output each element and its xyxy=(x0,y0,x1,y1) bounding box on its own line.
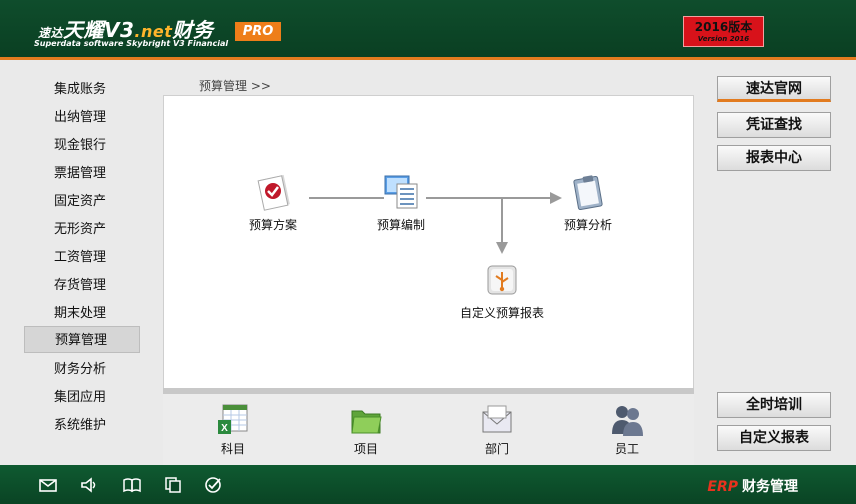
footer-brand: ERP 财务管理 xyxy=(707,476,798,496)
sidebar: 集成账务 出纳管理 现金银行 票据管理 固定资产 无形资产 工资管理 存货管理 … xyxy=(0,63,162,465)
monitor-list-icon xyxy=(384,175,418,209)
sidebar-item-period-end[interactable]: 期末处理 xyxy=(24,300,140,327)
budget-analysis-node[interactable]: 预算分析 xyxy=(555,172,621,233)
budget-edit-label: 预算编制 xyxy=(376,218,425,232)
employee-label: 员工 xyxy=(614,442,639,456)
book-icon[interactable] xyxy=(122,475,142,495)
employee-shortcut[interactable]: 员工 xyxy=(597,402,657,457)
version-title: 2016版本 xyxy=(694,20,753,34)
sidebar-item-financial-analysis[interactable]: 财务分析 xyxy=(24,356,140,383)
app-header: 速达天耀V3.net财务 Superdata software Skybrigh… xyxy=(0,0,856,60)
sidebar-item-fixed-assets[interactable]: 固定资产 xyxy=(24,188,140,215)
sidebar-item-intangible-assets[interactable]: 无形资产 xyxy=(24,216,140,243)
website-button[interactable]: 速达官网 xyxy=(717,76,831,102)
custom-budget-report-node[interactable]: 自定义预算报表 xyxy=(452,260,552,321)
envelope-icon xyxy=(482,405,512,433)
project-shortcut[interactable]: 项目 xyxy=(336,402,396,457)
bottom-shortcuts: X 科目 项目 部门 员工 xyxy=(163,394,694,465)
logo-prefix: 速达 xyxy=(38,26,64,40)
custom-report-button[interactable]: 自定义报表 xyxy=(717,425,831,451)
budget-analysis-label: 预算分析 xyxy=(563,218,612,232)
sidebar-item-cashier[interactable]: 出纳管理 xyxy=(24,104,140,131)
account-shortcut[interactable]: X 科目 xyxy=(203,402,263,457)
document-check-icon xyxy=(257,174,290,211)
folder-icon xyxy=(351,410,382,434)
check-icon[interactable] xyxy=(203,475,223,495)
speaker-icon[interactable] xyxy=(79,475,99,495)
copy-icon[interactable] xyxy=(163,475,183,495)
budget-plan-node[interactable]: 预算方案 xyxy=(240,172,306,233)
usb-report-icon xyxy=(487,265,517,295)
footer-brand-text: 财务管理 xyxy=(742,479,798,495)
sidebar-item-bills[interactable]: 票据管理 xyxy=(24,160,140,187)
footer-erp: ERP xyxy=(707,479,738,495)
breadcrumb: 预算管理 >> xyxy=(199,79,271,93)
mail-icon[interactable] xyxy=(38,475,58,495)
sidebar-item-payroll[interactable]: 工资管理 xyxy=(24,244,140,271)
pro-badge: PRO xyxy=(235,22,281,41)
clipboard-icon xyxy=(573,175,603,211)
sidebar-item-inventory[interactable]: 存货管理 xyxy=(24,272,140,299)
sidebar-item-system[interactable]: 系统维护 xyxy=(24,412,140,439)
custom-budget-report-label: 自定义预算报表 xyxy=(459,306,544,320)
budget-flow-panel: 预算方案 预算编制 预算分析 自定义预算报表 xyxy=(163,95,694,389)
app-footer: ERP 财务管理 xyxy=(0,465,856,504)
account-label: 科目 xyxy=(220,442,245,456)
svg-text:X: X xyxy=(221,423,228,434)
sidebar-item-integrated-accounts[interactable]: 集成账务 xyxy=(24,76,140,103)
spreadsheet-icon: X xyxy=(218,404,248,434)
department-shortcut[interactable]: 部门 xyxy=(467,402,527,457)
budget-edit-node[interactable]: 预算编制 xyxy=(368,172,434,233)
arrow-head-down-icon xyxy=(496,242,508,254)
department-label: 部门 xyxy=(484,442,509,456)
flow-arrow xyxy=(426,197,552,199)
version-badge: 2016版本 Version 2016 xyxy=(683,16,764,47)
sidebar-item-group[interactable]: 集团应用 xyxy=(24,384,140,411)
sidebar-item-cash-bank[interactable]: 现金银行 xyxy=(24,132,140,159)
flow-arrow xyxy=(501,198,503,243)
version-subtitle: Version 2016 xyxy=(697,35,750,43)
voucher-search-button[interactable]: 凭证查找 xyxy=(717,112,831,138)
training-button[interactable]: 全时培训 xyxy=(717,392,831,418)
users-icon xyxy=(612,406,643,436)
report-center-button[interactable]: 报表中心 xyxy=(717,145,831,171)
budget-plan-label: 预算方案 xyxy=(248,218,297,232)
project-label: 项目 xyxy=(353,442,378,456)
sidebar-item-budget[interactable]: 预算管理 xyxy=(24,326,140,353)
logo-subtitle: Superdata software Skybright V3 Financia… xyxy=(34,39,229,48)
